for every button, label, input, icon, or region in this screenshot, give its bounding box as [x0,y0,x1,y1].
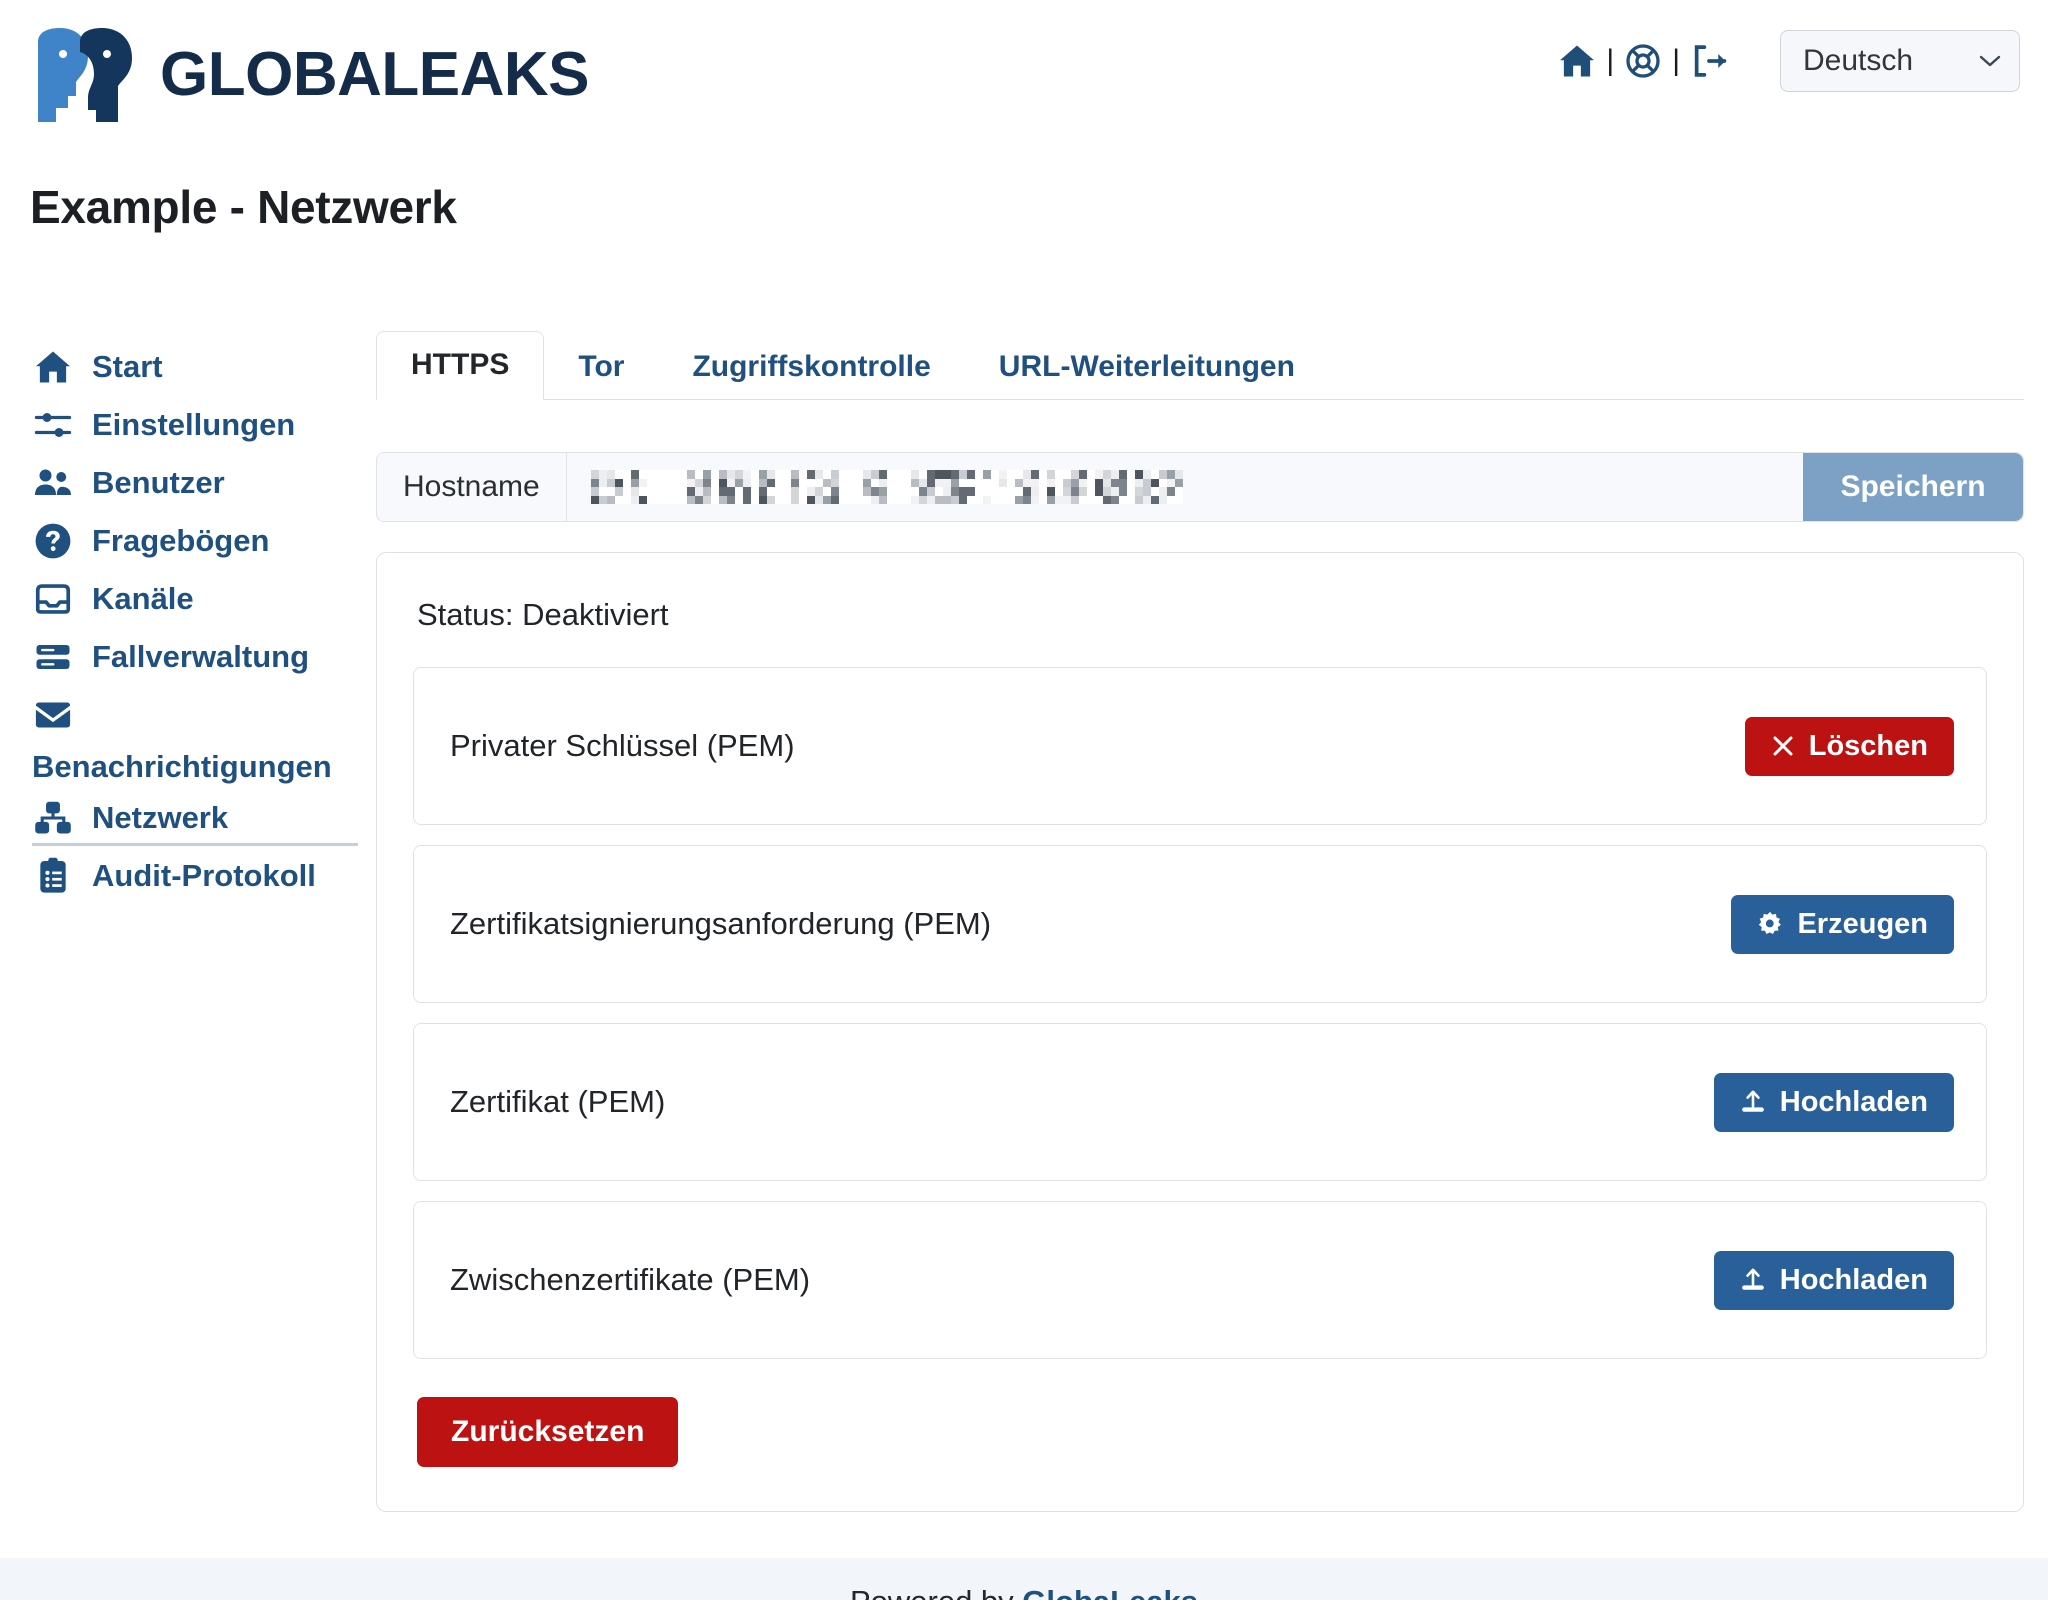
header-separator-2: | [1672,44,1680,77]
tab-zugriffskontrolle[interactable]: Zugriffskontrolle [658,352,964,400]
cert-row-label: Zertifikatsignierungsanforderung (PEM) [450,906,992,941]
cert-row-label: Zertifikat (PEM) [450,1084,666,1119]
header-actions: | | Deutsch [1554,30,2020,92]
https-status-text: Status: Deaktiviert [417,597,669,632]
sitemap-icon [32,798,74,838]
sidebar-item-fragebogen[interactable]: Fragebögen [24,512,376,570]
gear-icon [1759,911,1782,934]
cert-row-private-key: Privater Schlüssel (PEM) Löschen [413,667,1987,825]
sidebar-item-kanaele[interactable]: Kanäle [24,570,376,628]
case-management-icon [32,637,74,677]
sidebar-item-label: Audit-Protokoll [92,858,316,893]
tab-https[interactable]: HTTPS [376,331,545,400]
app-footer: Powered by GlobaLeaks [0,1558,2048,1600]
app-header: GLOBALEAKS | | Deutsch [0,0,2048,152]
sidebar-item-fallverwaltung[interactable]: Fallverwaltung [24,628,376,686]
hostname-row: Hostname Speichern [376,452,2024,522]
https-settings-panel: Status: Deaktiviert Privater Schlüssel (… [376,552,2024,1512]
reset-button[interactable]: Zurücksetzen [417,1397,679,1467]
button-label: Hochladen [1779,1085,1928,1118]
cert-row-label: Privater Schlüssel (PEM) [450,728,795,763]
cert-row-chain: Zwischenzertifikate (PEM) Hochladen [413,1201,1987,1359]
sliders-icon [32,405,74,445]
globaleaks-logo-icon [38,28,132,122]
upload-certificate-button[interactable]: Hochladen [1713,1072,1954,1132]
sidebar-item-audit-protokoll[interactable]: Audit-Protokoll [24,847,376,905]
sidebar-item-einstellungen[interactable]: Einstellungen [24,396,376,454]
sidebar-item-label: Einstellungen [92,407,296,442]
button-label: Löschen [1808,729,1928,762]
sidebar-item-label: Benachrichtigungen [32,749,332,784]
upload-icon [1741,1090,1764,1112]
cert-row-label: Zwischenzertifikate (PEM) [450,1262,811,1297]
sidebar-item-start[interactable]: Start [24,338,376,396]
header-separator-1: | [1606,44,1615,77]
save-hostname-button[interactable]: Speichern [1803,453,2023,521]
sidebar-item-benachrichtigungen[interactable]: Benachrichtigungen [24,686,376,789]
sidebar-item-label: Netzwerk [92,800,229,835]
page-title: Example - Netzwerk [30,181,457,233]
tab-url-weiterleitungen[interactable]: URL-Weiterleitungen [965,352,1329,400]
hostname-input[interactable] [566,453,1803,521]
sidebar-item-label: Fallverwaltung [92,639,310,674]
home-icon[interactable] [1554,38,1600,84]
close-icon [1773,736,1793,756]
footer-prefix: Powered by [850,1584,1022,1600]
delete-private-key-button[interactable]: Löschen [1744,716,1954,776]
brand-logo[interactable]: GLOBALEAKS [32,26,590,124]
upload-icon [1741,1268,1764,1290]
button-label: Hochladen [1779,1263,1928,1296]
app-page: GLOBALEAKS | | Deutsch Example - Netzwer… [0,0,2048,1600]
active-indicator [32,843,358,846]
clipboard-list-icon [32,856,74,896]
chevron-down-icon [1979,55,2001,67]
tab-bar: HTTPS Tor Zugriffskontrolle URL-Weiterle… [376,331,2024,400]
upload-chain-button[interactable]: Hochladen [1713,1250,1954,1310]
sidebar-item-benutzer[interactable]: Benutzer [24,454,376,512]
cert-row-csr: Zertifikatsignierungsanforderung (PEM) E… [413,845,1987,1003]
inbox-icon [32,579,74,619]
tab-tor[interactable]: Tor [544,352,658,400]
envelope-icon [32,695,74,735]
sidebar-item-label: Start [92,349,163,384]
footer-credit: Powered by GlobaLeaks [0,1584,2048,1600]
sidebar-item-label: Kanäle [92,581,194,616]
sidebar-item-label: Benutzer [92,465,225,500]
sidebar-item-label: Fragebögen [92,523,270,558]
redacted-hostname-value [590,470,1183,504]
sidebar: Start Einstellungen Benutzer Fragebögen … [24,338,376,905]
logout-icon[interactable] [1686,38,1732,84]
users-icon [32,463,74,503]
sidebar-item-netzwerk[interactable]: Netzwerk [24,789,376,847]
button-label: Erzeugen [1797,907,1928,940]
language-select-value: Deutsch [1803,44,1914,77]
hostname-label: Hostname [377,453,567,521]
cert-row-certificate: Zertifikat (PEM) Hochladen [413,1023,1987,1181]
main-content: HTTPS Tor Zugriffskontrolle URL-Weiterle… [376,331,2024,1512]
language-select[interactable]: Deutsch [1780,30,2020,92]
home-icon [32,347,74,387]
footer-brand[interactable]: GlobaLeaks [1022,1584,1198,1600]
question-circle-icon [32,521,74,561]
support-icon[interactable] [1620,38,1666,84]
generate-csr-button[interactable]: Erzeugen [1731,894,1954,954]
brand-name: GLOBALEAKS [160,40,590,109]
